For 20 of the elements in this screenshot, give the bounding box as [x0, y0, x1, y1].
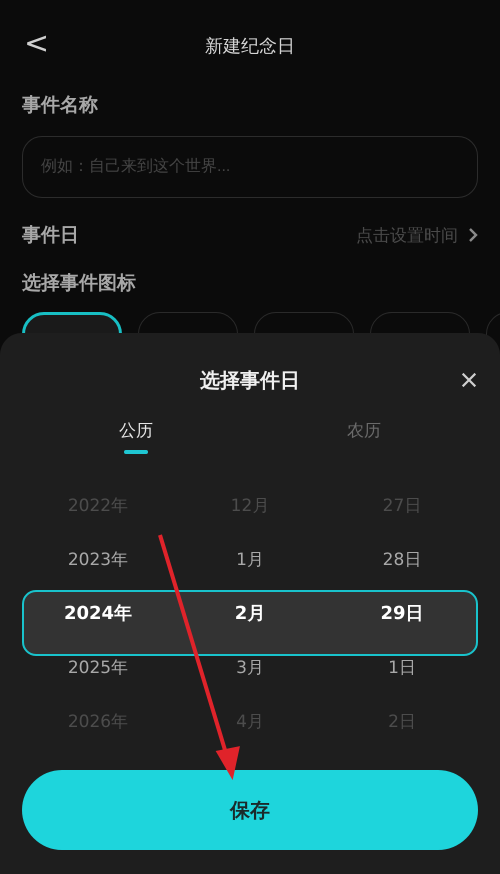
back-button[interactable]: <	[18, 26, 56, 61]
chevron-right-icon	[468, 227, 478, 243]
field-label: 事件名称	[22, 93, 99, 118]
picker-option[interactable]: 1日	[388, 640, 416, 694]
picker-option[interactable]: 29日	[380, 586, 424, 640]
picker-option[interactable]: 2月	[234, 586, 266, 640]
field-label: 选择事件图标	[22, 271, 137, 296]
picker-option[interactable]: 3月	[236, 640, 264, 694]
picker-option[interactable]: 2025年	[68, 640, 128, 694]
close-icon[interactable]	[460, 371, 478, 389]
picker-option[interactable]: 28日	[382, 532, 422, 586]
field-label: 事件日	[22, 223, 79, 248]
picker-option[interactable]: 2024年	[64, 586, 132, 640]
picker-option[interactable]: 1月	[236, 532, 264, 586]
name-input-field[interactable]: 例如：自己来到这个世界...	[22, 136, 478, 198]
save-button[interactable]: 保存	[22, 770, 478, 850]
page-title: 新建纪念日	[205, 35, 295, 58]
sheet-title: 选择事件日	[200, 366, 300, 394]
calendar-tab[interactable]: 公历	[109, 415, 163, 458]
picker-option[interactable]: 2023年	[68, 532, 128, 586]
